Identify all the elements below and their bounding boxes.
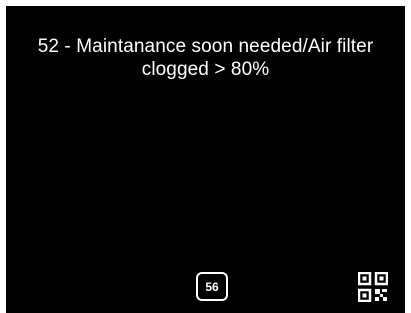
alarm-message-line-2: clogged > 80% — [141, 59, 270, 80]
alarm-message-line-1: 52 - Maintanance soon needed/Air filter — [37, 36, 374, 57]
alarm-message: 52 - Maintanance soon needed/Air filter … — [14, 35, 397, 81]
qr-code-icon[interactable] — [358, 272, 388, 302]
alarm-count-badge[interactable]: 56 — [196, 272, 228, 301]
device-screen: 52 - Maintanance soon needed/Air filter … — [6, 6, 405, 313]
